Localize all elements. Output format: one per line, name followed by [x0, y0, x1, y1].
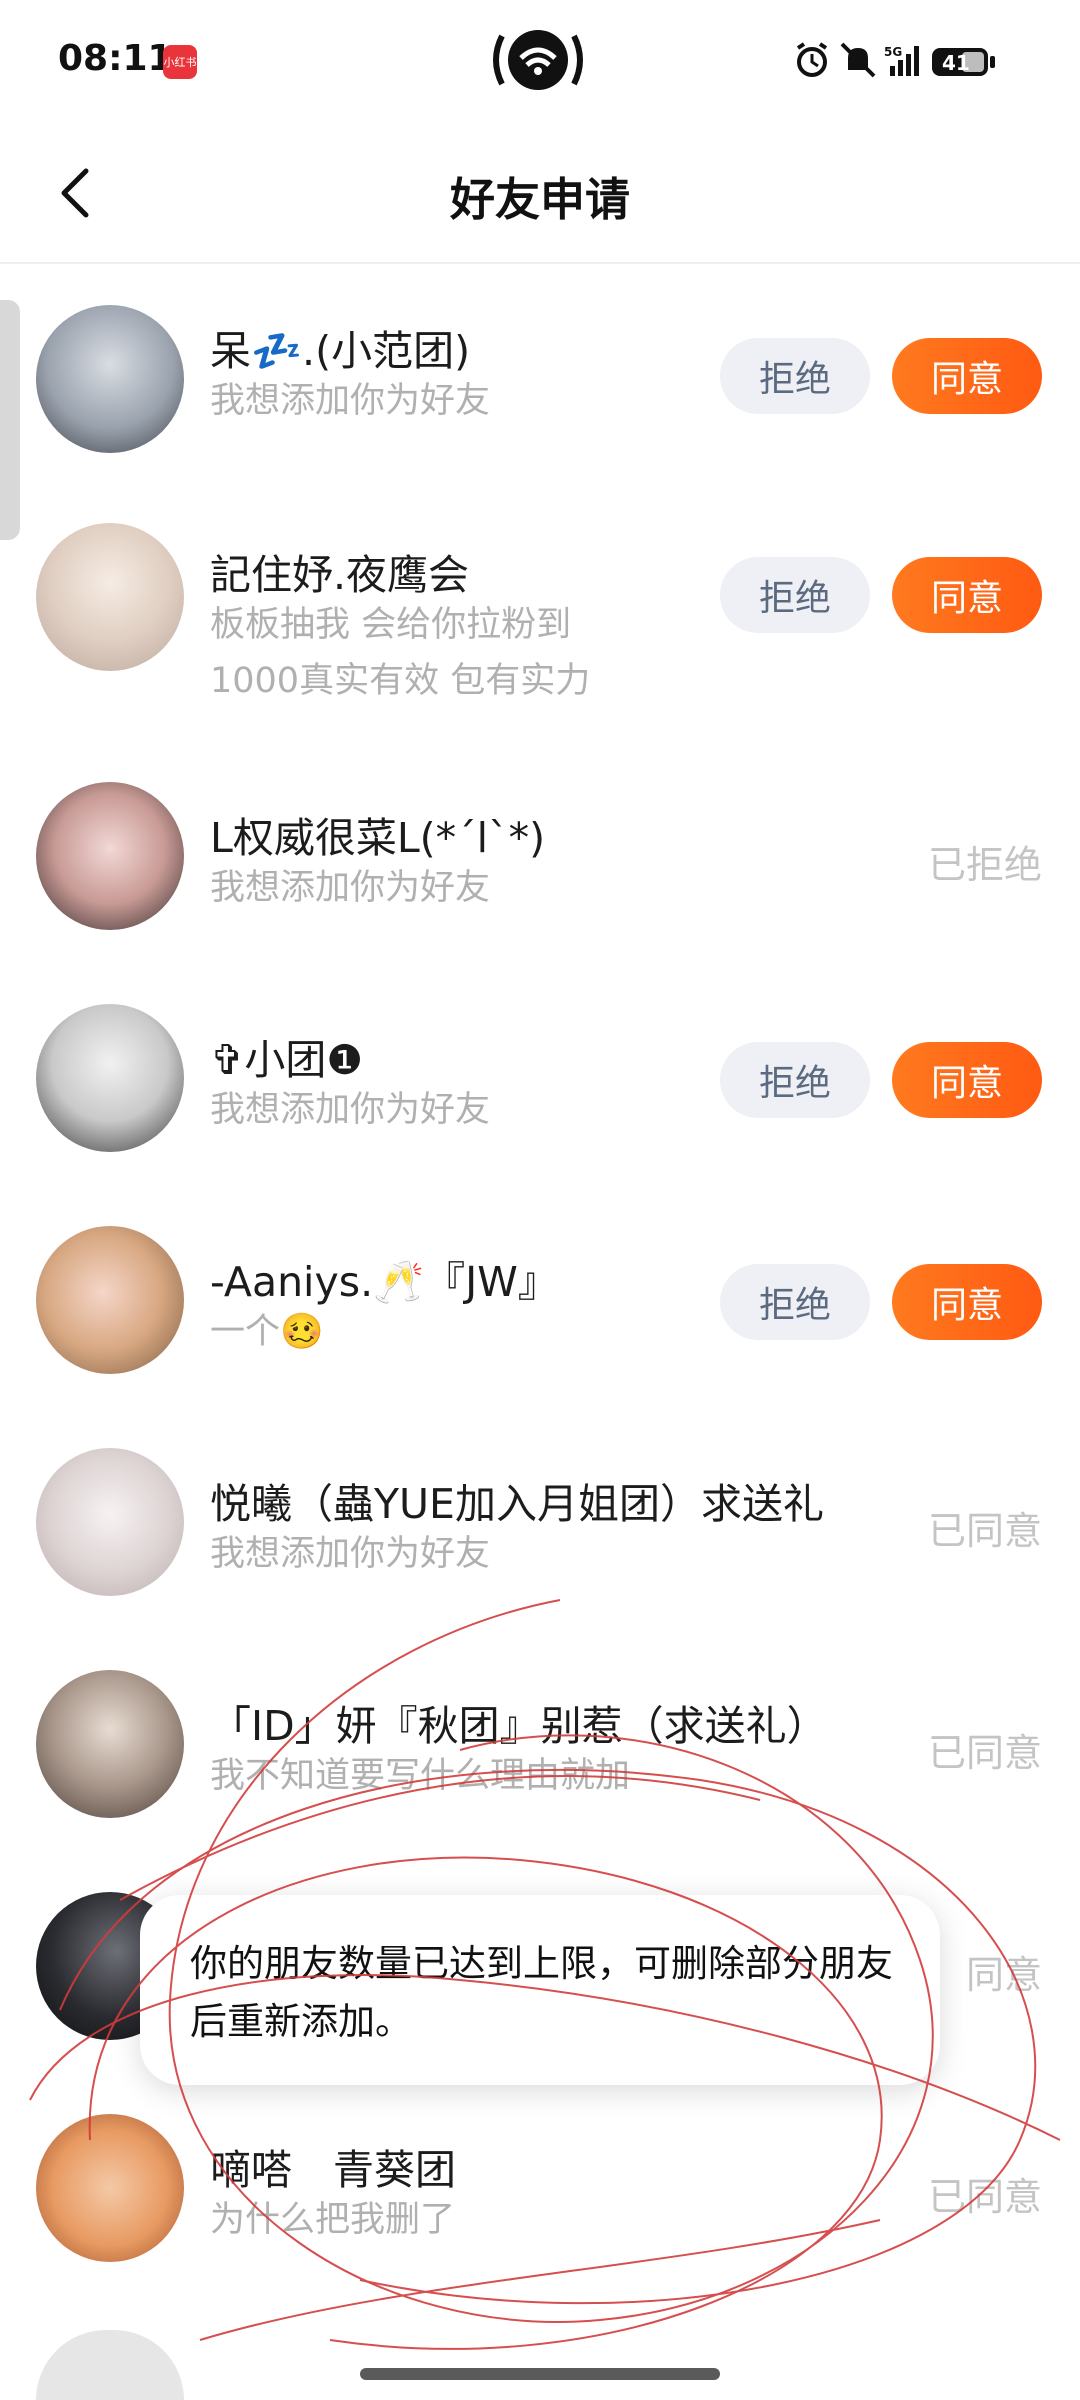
avatar[interactable] — [36, 2330, 184, 2400]
avatar[interactable] — [36, 2114, 184, 2262]
avatar[interactable] — [36, 1670, 184, 1818]
reject-button[interactable]: 拒绝 — [720, 557, 870, 633]
requester-name: ✞小团❶ — [210, 1036, 364, 1084]
request-row[interactable]: ✞小团❶ 我想添加你为好友 拒绝 同意 — [0, 970, 1080, 1192]
request-row[interactable]: -Aaniys.🥂『JW』 一个🥴 拒绝 同意 — [0, 1192, 1080, 1414]
status-icons: 5G 41 — [796, 42, 995, 78]
request-row[interactable]: L权威很菜L(*ˊlˋ*) 我想添加你为好友 已拒绝 — [0, 748, 1080, 970]
request-row[interactable]: 「ID」妍『秋团』别惹（求送礼） 我不知道要写什么理由就加 已同意 — [0, 1636, 1080, 1858]
request-row[interactable]: 呆💤.(小范团) 我想添加你为好友 拒绝 同意 — [0, 265, 1080, 487]
requester-name: 記住妤.夜鹰会 — [210, 551, 470, 599]
request-message: 我想添加你为好友 — [210, 1534, 491, 1574]
avatar[interactable] — [36, 305, 184, 453]
accepted-status: 已同意 — [927, 2175, 1042, 2219]
network-type: 5G — [884, 45, 902, 59]
battery-icon: 41 — [932, 48, 995, 76]
request-message-line: 板板抽我 会给你拉粉到 — [210, 605, 572, 645]
accepted-status: 同意 — [965, 1953, 1042, 1997]
status-bar: 08:11 小红书 5G 41 — [0, 0, 1080, 125]
limit-toast: 你的朋友数量已达到上限，可删除部分朋友后重新添加。 — [140, 1895, 940, 2085]
toast-message: 你的朋友数量已达到上限，可删除部分朋友后重新添加。 — [190, 1942, 893, 2043]
rejected-status: 已拒绝 — [927, 843, 1042, 887]
request-message: 为什么把我删了 — [210, 2200, 456, 2240]
agree-button[interactable]: 同意 — [892, 1264, 1042, 1340]
requester-name: 「ID」妍『秋团』别惹（求送礼） — [210, 1702, 828, 1750]
requester-name: 悦曦（蟲YUE加入月姐团）求送礼 — [210, 1480, 824, 1528]
app-badge-icon: 小红书 — [163, 45, 197, 79]
requester-name: L权威很菜L(*ˊlˋ*) — [210, 814, 546, 862]
reject-button[interactable]: 拒绝 — [720, 1042, 870, 1118]
request-message-line: 1000真实有效 包有实力 — [210, 661, 591, 701]
request-message: 我想添加你为好友 — [210, 868, 491, 908]
accepted-status: 已同意 — [927, 1509, 1042, 1553]
hotspot-icon — [493, 30, 583, 90]
avatar[interactable] — [36, 782, 184, 930]
reject-button[interactable]: 拒绝 — [720, 338, 870, 414]
request-message: 我想添加你为好友 — [210, 381, 491, 421]
agree-button[interactable]: 同意 — [892, 1042, 1042, 1118]
agree-button[interactable]: 同意 — [892, 338, 1042, 414]
request-message: 我不知道要写什么理由就加 — [210, 1756, 631, 1796]
avatar[interactable] — [36, 523, 184, 671]
request-message: 一个🥴 — [210, 1312, 324, 1352]
mute-bell-icon — [840, 42, 876, 78]
home-indicator[interactable] — [360, 2368, 720, 2380]
page-title: 好友申请 — [449, 173, 630, 226]
avatar[interactable] — [36, 1448, 184, 1596]
status-time: 08:11 — [58, 38, 173, 79]
accepted-status: 已同意 — [927, 1731, 1042, 1775]
alarm-icon — [796, 42, 828, 77]
svg-text:41: 41 — [942, 51, 970, 75]
requester-name: 呆💤.(小范团) — [210, 327, 471, 375]
requester-name: 嘀嗒 青葵团 — [210, 2146, 456, 2194]
request-row[interactable]: 嘀嗒 青葵团 为什么把我删了 已同意 — [0, 2080, 1080, 2302]
avatar[interactable] — [36, 1226, 184, 1374]
request-row[interactable]: 悦曦（蟲YUE加入月姐团）求送礼 我想添加你为好友 已同意 — [0, 1414, 1080, 1636]
requester-name: -Aaniys.🥂『JW』 — [210, 1258, 559, 1306]
request-row[interactable]: 記住妤.夜鹰会 板板抽我 会给你拉粉到 1000真实有效 包有实力 拒绝 同意 — [0, 487, 1080, 717]
reject-button[interactable]: 拒绝 — [720, 1264, 870, 1340]
avatar[interactable] — [36, 1004, 184, 1152]
request-message: 我想添加你为好友 — [210, 1090, 491, 1130]
agree-button[interactable]: 同意 — [892, 557, 1042, 633]
nav-header: 好友申请 — [0, 125, 1080, 264]
